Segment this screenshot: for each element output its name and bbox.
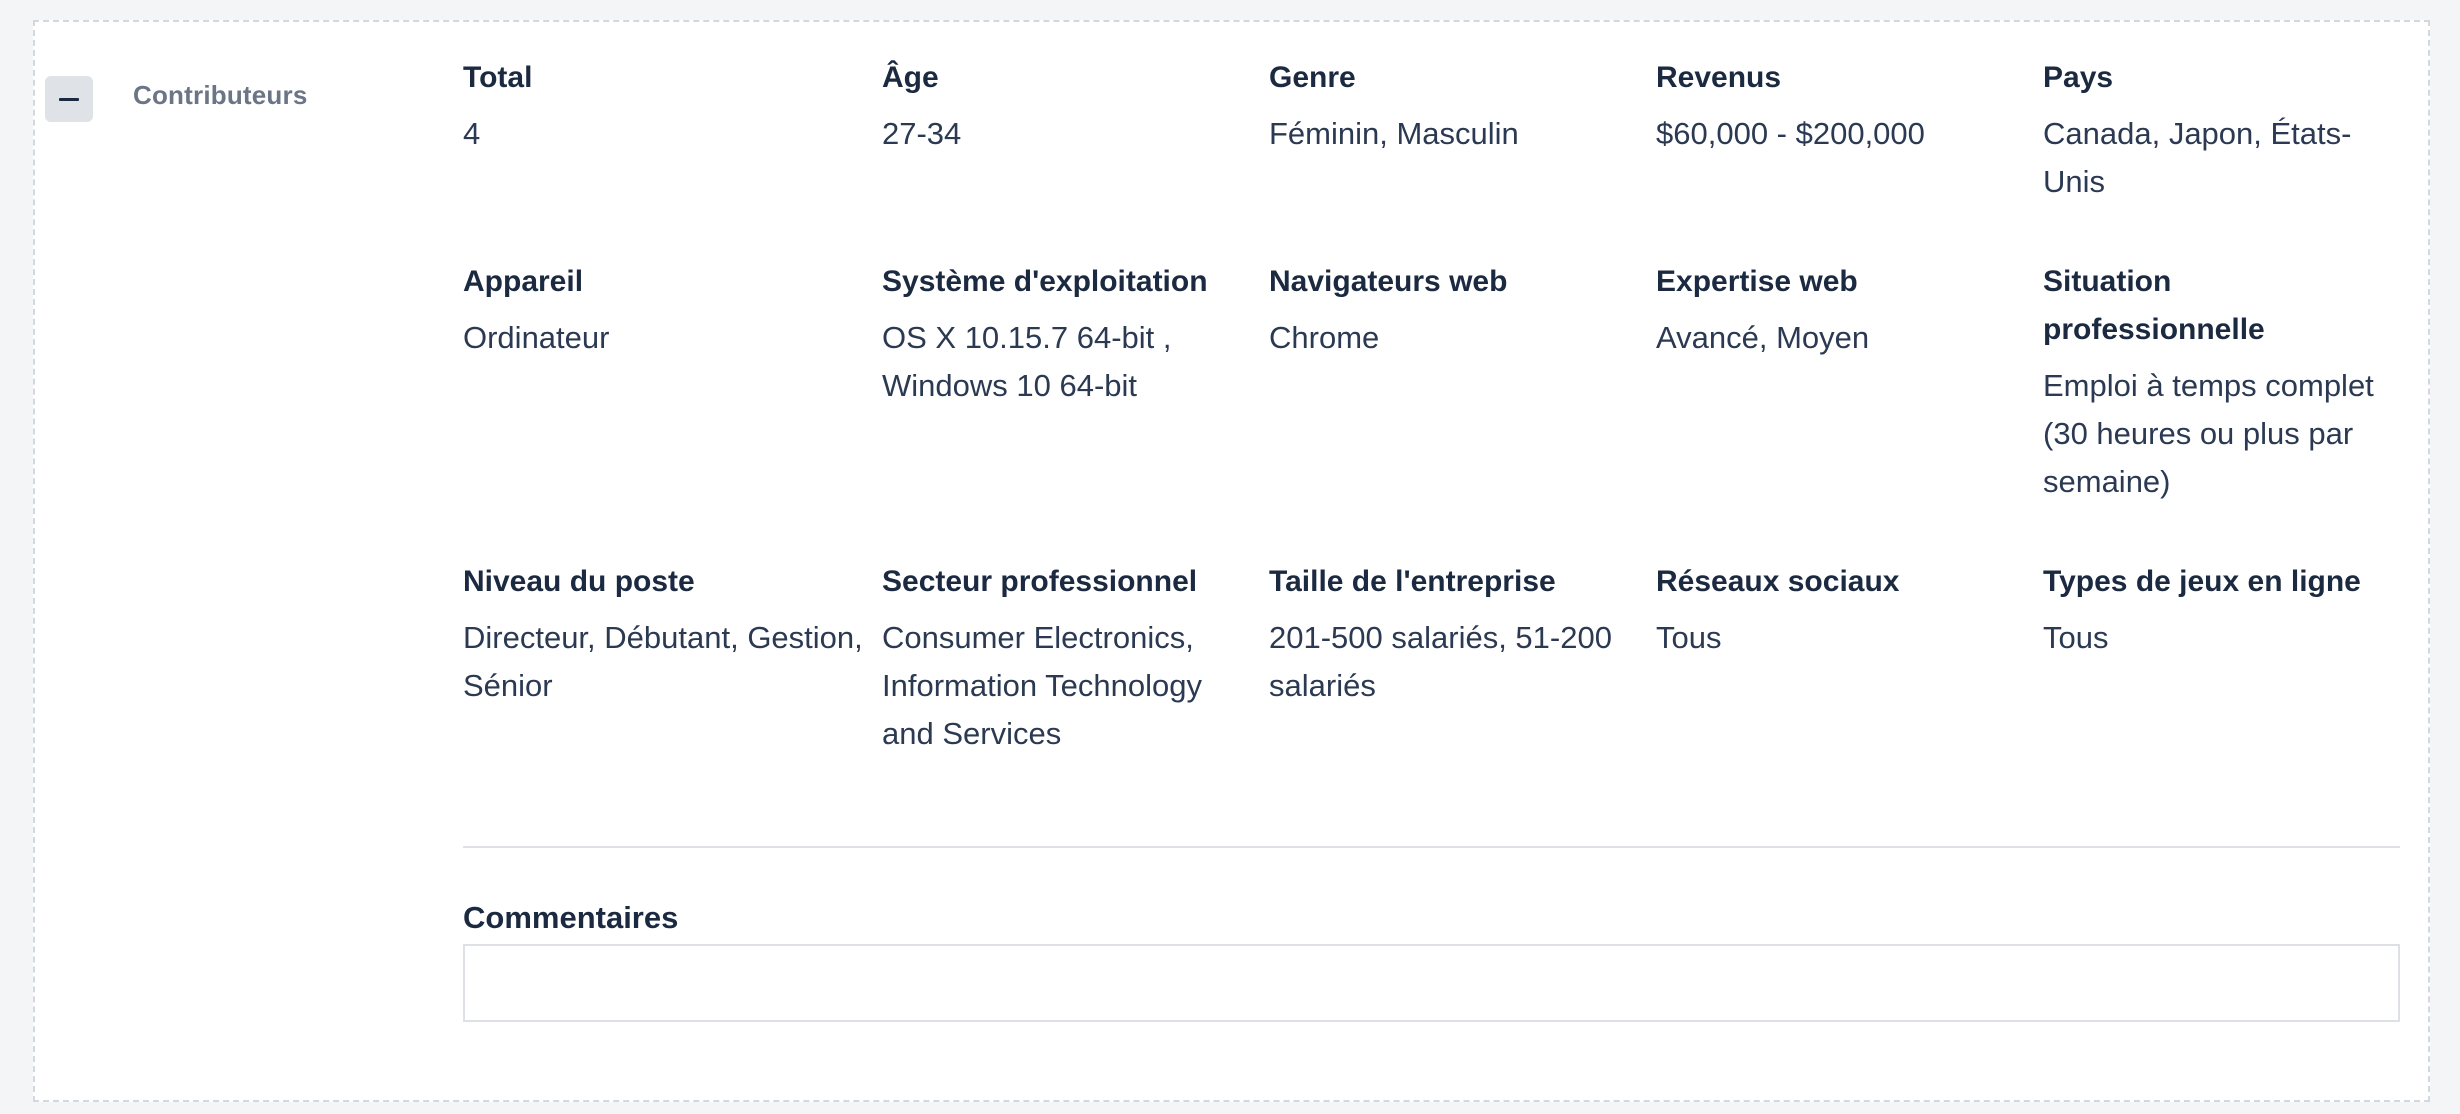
attribute-label: Taille de l'entreprise: [1269, 565, 1556, 598]
section-label: Contributeurs: [133, 80, 308, 110]
attribute-label: Expertise web: [1656, 265, 1858, 298]
attributes-row: Niveau du poste Directeur, Débutant, Ges…: [463, 558, 2400, 758]
attribute-label: Niveau du poste: [463, 565, 695, 598]
attribute-value: Directeur, Débutant, Gestion, Sénior: [463, 620, 863, 703]
attribute-label: Système d'exploitation: [882, 265, 1208, 298]
comments-field[interactable]: [463, 944, 2400, 1022]
attribute-label: Types de jeux en ligne: [2043, 565, 2361, 598]
attribute-value: 27-34: [882, 116, 962, 151]
attribute-value: Avancé, Moyen: [1656, 320, 1870, 355]
attributes-grid: Total 4 Âge 27-34 Genre Féminin, Masculi…: [463, 54, 2400, 758]
attribute-value: Chrome: [1269, 320, 1380, 355]
attribute-total: Total 4: [463, 54, 882, 158]
attribute-social-networks: Réseaux sociaux Tous: [1656, 558, 2043, 662]
attribute-label: Navigateurs web: [1269, 265, 1508, 298]
attribute-web-expertise: Expertise web Avancé, Moyen: [1656, 258, 2043, 362]
attribute-label: Pays: [2043, 61, 2114, 94]
collapse-button[interactable]: [45, 76, 93, 122]
attribute-value: OS X 10.15.7 64-bit , Windows 10 64-bit: [882, 320, 1172, 403]
comments-label: Commentaires: [463, 900, 679, 935]
attribute-device: Appareil Ordinateur: [463, 258, 882, 362]
attribute-value: Consumer Electronics, Information Techno…: [882, 620, 1202, 751]
divider: [463, 846, 2400, 848]
attribute-industry: Secteur professionnel Consumer Electroni…: [882, 558, 1269, 758]
attribute-employment: Situation professionnelle Emploi à temps…: [2043, 258, 2400, 506]
attribute-browsers: Navigateurs web Chrome: [1269, 258, 1656, 362]
attribute-value: Canada, Japon, États-Unis: [2043, 116, 2352, 199]
attribute-gender: Genre Féminin, Masculin: [1269, 54, 1656, 158]
attribute-value: Emploi à temps complet (30 heures ou plu…: [2043, 368, 2374, 499]
attribute-os: Système d'exploitation OS X 10.15.7 64-b…: [882, 258, 1269, 410]
attribute-country: Pays Canada, Japon, États-Unis: [2043, 54, 2400, 206]
attribute-age: Âge 27-34: [882, 54, 1269, 158]
attribute-company-size: Taille de l'entreprise 201-500 salariés,…: [1269, 558, 1656, 710]
attribute-income: Revenus $60,000 - $200,000: [1656, 54, 2043, 158]
attribute-label: Genre: [1269, 61, 1356, 94]
attribute-value: Ordinateur: [463, 320, 610, 355]
attribute-value: 4: [463, 116, 481, 151]
attribute-value: Tous: [2043, 620, 2109, 655]
attribute-label: Appareil: [463, 265, 584, 298]
attribute-label: Âge: [882, 61, 939, 94]
attribute-label: Secteur professionnel: [882, 565, 1198, 598]
attribute-label: Réseaux sociaux: [1656, 565, 1900, 598]
attribute-label: Situation professionnelle: [2043, 265, 2265, 346]
attribute-value: Tous: [1656, 620, 1722, 655]
minus-icon: [59, 97, 79, 101]
attribute-value: $60,000 - $200,000: [1656, 116, 1925, 151]
attribute-label: Revenus: [1656, 61, 1782, 94]
attribute-label: Total: [463, 61, 533, 94]
attributes-row: Appareil Ordinateur Système d'exploitati…: [463, 258, 2400, 506]
attributes-row: Total 4 Âge 27-34 Genre Féminin, Masculi…: [463, 54, 2400, 206]
attribute-value: Féminin, Masculin: [1269, 116, 1519, 151]
attribute-job-level: Niveau du poste Directeur, Débutant, Ges…: [463, 558, 882, 710]
attribute-value: 201-500 salariés, 51-200 salariés: [1269, 620, 1612, 703]
attribute-online-games: Types de jeux en ligne Tous: [2043, 558, 2400, 662]
